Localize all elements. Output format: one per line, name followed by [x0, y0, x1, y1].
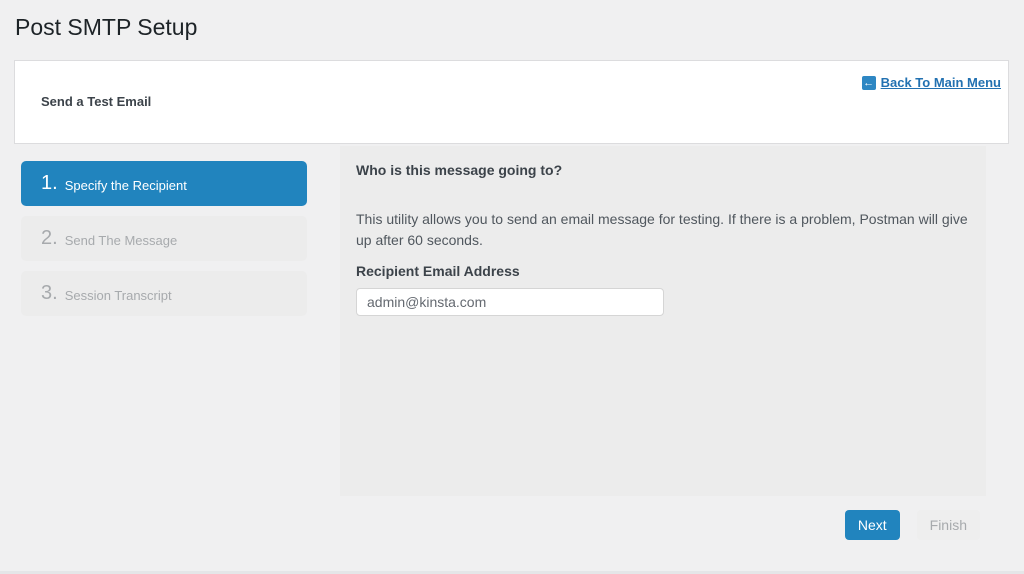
step-label: Specify the Recipient [65, 175, 187, 193]
finish-button[interactable]: Finish [917, 510, 980, 540]
step-session-transcript[interactable]: 3. Session Transcript [21, 271, 307, 316]
step-number: 2. [41, 227, 58, 250]
back-link-wrap: ← Back To Main Menu [862, 75, 1001, 90]
step-specify-recipient[interactable]: 1. Specify the Recipient [21, 161, 307, 206]
recipient-email-label: Recipient Email Address [356, 264, 970, 279]
content-description: This utility allows you to send an email… [356, 209, 970, 251]
wizard-content-panel: Who is this message going to? This utili… [340, 146, 986, 496]
page-title: Post SMTP Setup [15, 13, 197, 43]
wizard-header-card: Send a Test Email ← Back To Main Menu [14, 60, 1009, 144]
step-number: 1. [41, 172, 58, 195]
step-label: Send The Message [65, 230, 178, 248]
next-button[interactable]: Next [845, 510, 900, 540]
arrow-left-icon: ← [862, 76, 876, 90]
step-label: Session Transcript [65, 285, 172, 303]
wizard-step-title: Send a Test Email [41, 94, 151, 109]
wizard-actions: Next Finish [845, 510, 980, 540]
recipient-email-input[interactable] [356, 288, 664, 316]
wizard-steps: 1. Specify the Recipient 2. Send The Mes… [21, 161, 307, 326]
back-to-main-menu-link[interactable]: Back To Main Menu [881, 75, 1001, 90]
step-send-the-message[interactable]: 2. Send The Message [21, 216, 307, 261]
content-heading: Who is this message going to? [356, 163, 970, 178]
step-number: 3. [41, 282, 58, 305]
